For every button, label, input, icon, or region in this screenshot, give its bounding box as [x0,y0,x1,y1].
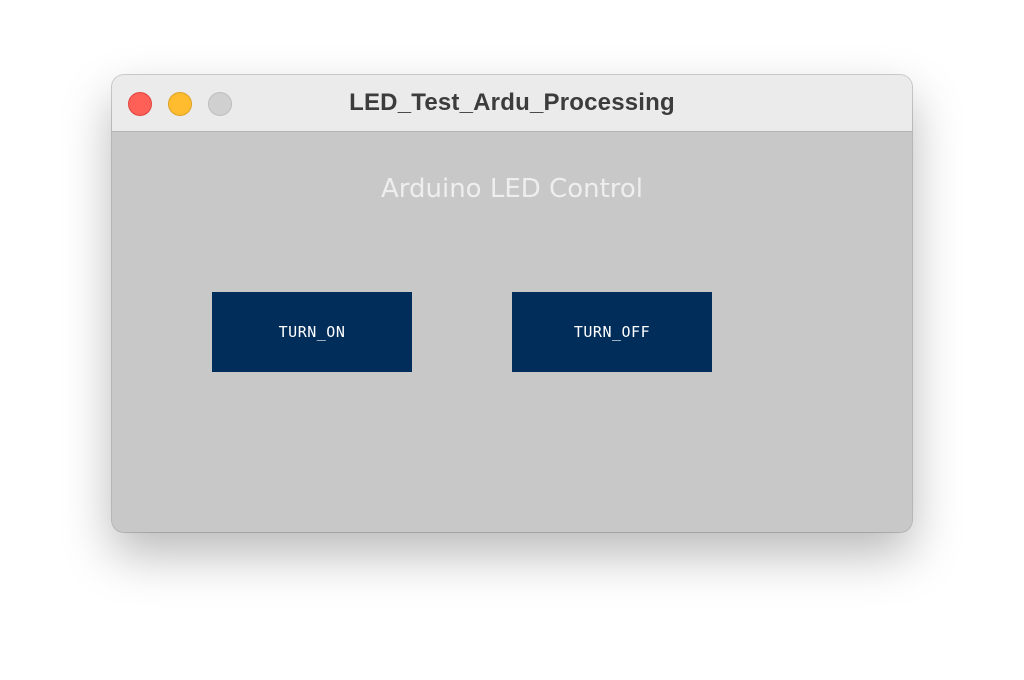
page-title: Arduino LED Control [380,174,644,204]
sketch-canvas: Arduino LED Control TURN_ON TURN_OFF [112,132,912,532]
turn-on-button[interactable]: TURN_ON [212,292,412,372]
app-window: LED_Test_Ardu_Processing Arduino LED Con… [112,75,912,532]
title-bar[interactable]: LED_Test_Ardu_Processing [112,75,912,132]
turn-off-button[interactable]: TURN_OFF [512,292,712,372]
desktop: LED_Test_Ardu_Processing Arduino LED Con… [0,0,1024,680]
window-title: LED_Test_Ardu_Processing [349,89,675,116]
